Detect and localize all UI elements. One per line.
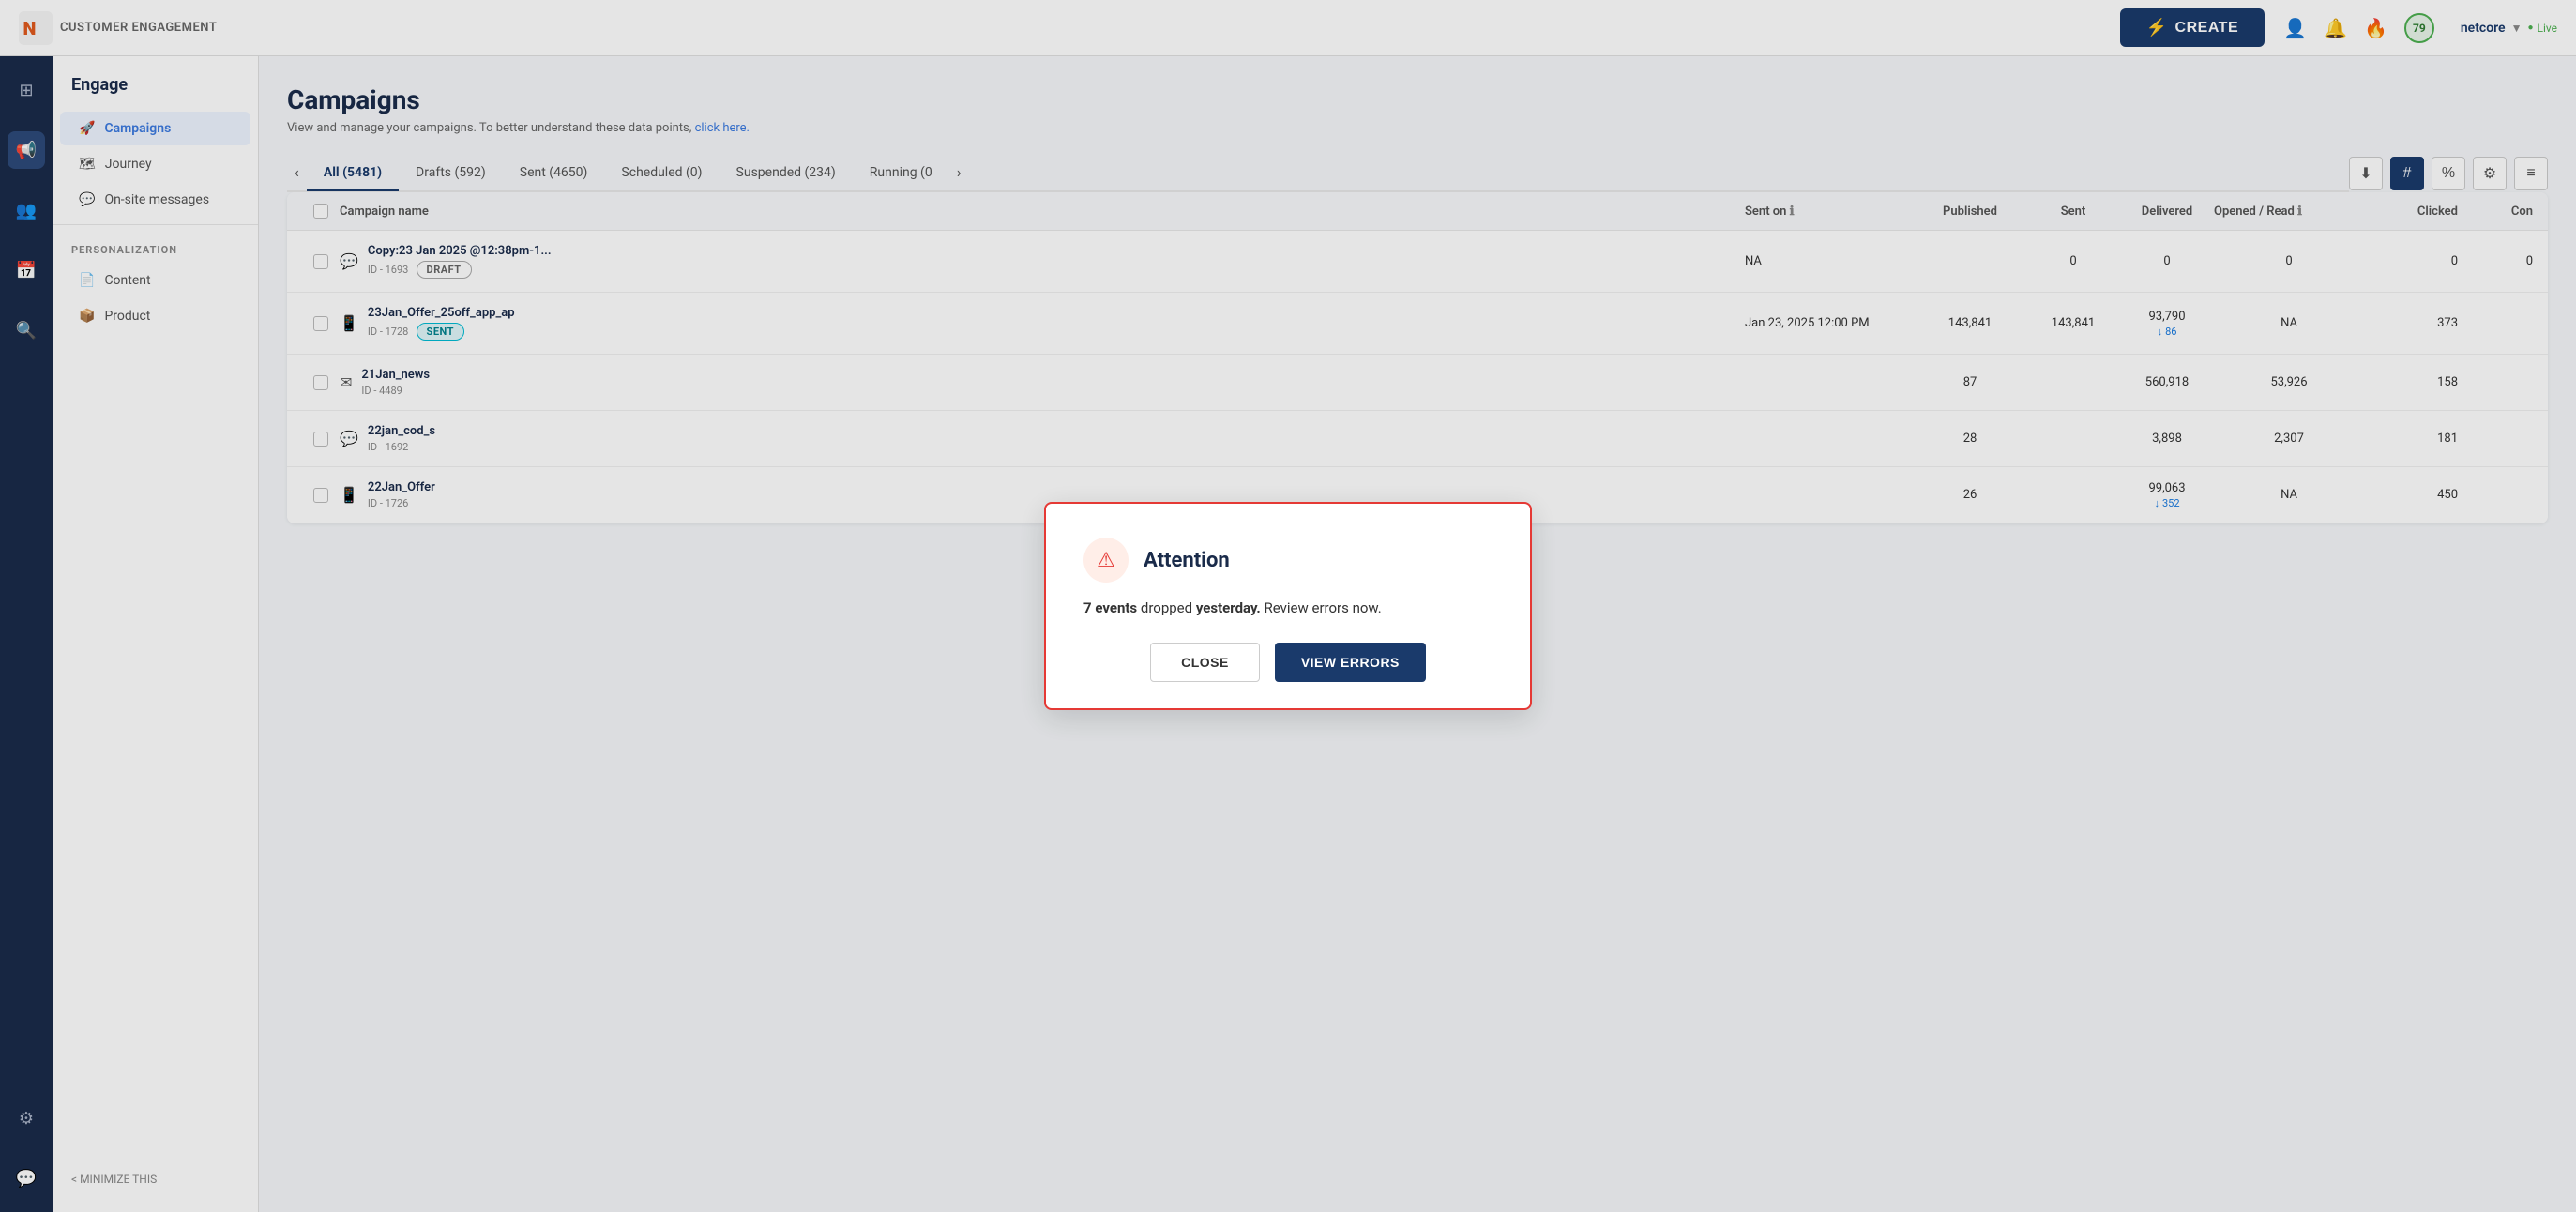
dialog-actions: CLOSE VIEW ERRORS xyxy=(1083,643,1493,682)
dialog-title: Attention xyxy=(1144,549,1230,572)
view-errors-button[interactable]: VIEW ERRORS xyxy=(1275,643,1426,682)
attention-dialog: ⚠ Attention 7 events dropped yesterday. … xyxy=(1044,502,1532,710)
attention-warning-icon: ⚠ xyxy=(1083,538,1129,583)
dialog-header: ⚠ Attention xyxy=(1083,538,1493,583)
dialog-overlay: ⚠ Attention 7 events dropped yesterday. … xyxy=(0,0,2576,1212)
dialog-body: 7 events dropped yesterday. Review error… xyxy=(1083,599,1493,616)
close-button[interactable]: CLOSE xyxy=(1150,643,1260,682)
